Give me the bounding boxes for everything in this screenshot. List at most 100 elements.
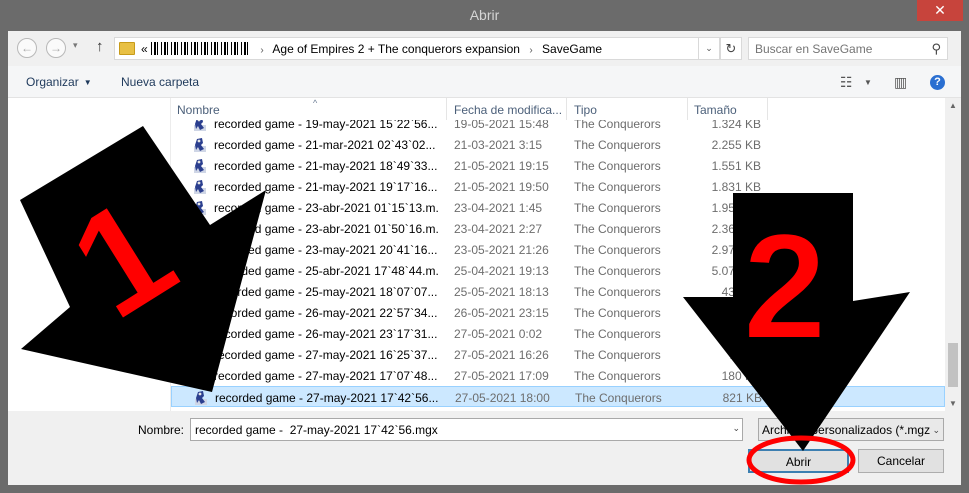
file-name: recorded game - 23-abr-2021 01`15`13.m..… xyxy=(214,201,438,215)
search-input[interactable] xyxy=(755,41,925,56)
navigation-bar: ← → ▾ ↑ « › Age of Empires 2 + The conqu… xyxy=(8,31,961,66)
file-list[interactable]: recorded game - 19-may-2021 15`22`56... 1… xyxy=(171,98,945,411)
file-row[interactable]: recorded game - 27-may-2021 16`25`37... 2… xyxy=(171,344,945,365)
column-name-label: Nombre xyxy=(177,103,220,117)
chevron-down-icon[interactable]: ⌄ xyxy=(732,423,740,434)
file-row[interactable]: recorded game - 23-may-2021 20`41`16... 2… xyxy=(171,239,945,260)
view-caret-icon[interactable]: ▼ xyxy=(864,78,872,87)
file-name: recorded game - 21-mar-2021 02`43`02... xyxy=(214,138,436,152)
view-options-icon[interactable]: ☷ xyxy=(840,74,853,91)
file-date: 21-05-2021 19:50 xyxy=(454,180,549,194)
file-name: recorded game - 23-may-2021 20`41`16... xyxy=(214,243,438,257)
dialog-window: Abrir ✕ ← → ▾ ↑ « › Age of Empires 2 + T… xyxy=(0,0,969,493)
file-row[interactable]: recorded game - 26-may-2021 23`17`31... 2… xyxy=(171,323,945,344)
column-type-label: Tipo xyxy=(574,103,597,117)
back-button[interactable]: ← xyxy=(17,38,37,58)
navigation-pane[interactable] xyxy=(8,98,171,411)
file-row[interactable]: recorded game - 21-mar-2021 02`43`02... 2… xyxy=(171,134,945,155)
file-size: 2.977 KB xyxy=(711,243,761,257)
file-type: The Conquerors xyxy=(574,264,661,278)
column-size-label: Tamaño xyxy=(694,103,737,117)
refresh-button[interactable]: ↻ xyxy=(720,37,742,60)
file-type: The Conquerors xyxy=(574,180,661,194)
file-date: 23-04-2021 1:45 xyxy=(454,201,543,215)
command-toolbar: Organizar ▼ Nueva carpeta ☷ ▼ ▥ ? xyxy=(8,66,961,98)
conquerors-file-icon xyxy=(194,285,206,299)
conquerors-file-icon xyxy=(194,180,206,194)
scroll-down-icon[interactable]: ▼ xyxy=(949,399,957,408)
breadcrumb-overflow[interactable]: « xyxy=(141,42,148,56)
new-folder-button[interactable]: Nueva carpeta xyxy=(121,75,199,89)
column-header-name[interactable]: ^ Nombre xyxy=(171,98,447,120)
column-header-date[interactable]: Fecha de modifica... xyxy=(448,98,567,120)
file-size: 2.255 KB xyxy=(711,138,761,152)
file-type: The Conquerors xyxy=(574,138,661,152)
breadcrumb-item-savegame[interactable]: SaveGame xyxy=(542,42,602,56)
conquerors-file-icon xyxy=(194,201,206,215)
file-size: 79 KB xyxy=(728,348,761,362)
open-button[interactable]: Abrir xyxy=(748,449,849,473)
folder-icon xyxy=(119,42,135,55)
file-size: 180 KB xyxy=(721,369,761,383)
file-size: 1.952 KB xyxy=(711,201,761,215)
address-dropdown-button[interactable]: ⌄ xyxy=(698,37,720,60)
file-type: The Conquerors xyxy=(574,369,661,383)
breadcrumb-item-aoe2[interactable]: Age of Empires 2 + The conquerors expans… xyxy=(272,42,520,56)
title-bar[interactable]: Abrir ✕ xyxy=(0,0,969,31)
column-header-size[interactable]: Tamaño xyxy=(688,98,768,120)
file-row[interactable]: recorded game - 26-may-2021 22`57`34... 2… xyxy=(171,302,945,323)
close-icon[interactable]: ✕ xyxy=(934,2,946,18)
refresh-icon: ↻ xyxy=(725,41,737,56)
forward-button[interactable]: → xyxy=(46,38,66,58)
file-size: 1.831 KB xyxy=(711,180,761,194)
search-icon[interactable]: ⚲ xyxy=(931,41,941,57)
scroll-up-icon[interactable]: ▲ xyxy=(949,101,957,110)
file-type: The Conquerors xyxy=(574,306,661,320)
cancel-button[interactable]: Cancelar xyxy=(858,449,944,473)
file-size: 5.075 KB xyxy=(711,264,761,278)
vertical-scrollbar[interactable]: ▲ ▼ xyxy=(945,98,961,411)
file-type-select[interactable]: Archivos personalizados (*.mgz ⌄ xyxy=(758,418,944,441)
file-type: The Conquerors xyxy=(574,243,661,257)
file-date: 21-03-2021 3:15 xyxy=(454,138,543,152)
file-type: The Conquerors xyxy=(574,159,661,173)
filename-combobox[interactable]: ⌄ xyxy=(190,418,743,441)
file-name: recorded game - 25-may-2021 18`07`07... xyxy=(214,285,438,299)
organize-menu[interactable]: Organizar ▼ xyxy=(26,75,92,89)
conquerors-file-icon xyxy=(194,306,206,320)
filename-input[interactable] xyxy=(195,423,715,437)
dialog-client: ← → ▾ ↑ « › Age of Empires 2 + The conqu… xyxy=(8,31,961,485)
file-row[interactable]: recorded game - 27-may-2021 17`07`48... 2… xyxy=(171,365,945,386)
file-type: The Conquerors xyxy=(574,285,661,299)
file-row[interactable]: recorded game - 23-abr-2021 01`15`13.m..… xyxy=(171,197,945,218)
file-name: recorded game - 27-may-2021 16`25`37... xyxy=(214,348,438,362)
conquerors-file-icon xyxy=(194,159,206,173)
file-size: 1.551 KB xyxy=(711,159,761,173)
column-header-type[interactable]: Tipo xyxy=(568,98,688,120)
file-row[interactable]: recorded game - 25-abr-2021 17`48`44.m..… xyxy=(171,260,945,281)
preview-pane-icon[interactable]: ▥ xyxy=(894,74,907,91)
conquerors-file-icon xyxy=(194,222,206,236)
file-rows: recorded game - 19-may-2021 15`22`56... 1… xyxy=(171,113,945,407)
file-type: The Conquerors xyxy=(575,391,662,405)
file-row[interactable]: recorded game - 21-may-2021 18`49`33... 2… xyxy=(171,155,945,176)
file-row[interactable]: recorded game - 25-may-2021 18`07`07... 2… xyxy=(171,281,945,302)
file-row[interactable]: recorded game - 21-may-2021 19`17`16... 2… xyxy=(171,176,945,197)
address-bar[interactable]: « › Age of Empires 2 + The conquerors ex… xyxy=(114,37,720,60)
file-row[interactable]: recorded game - 23-abr-2021 01`50`16.m..… xyxy=(171,218,945,239)
sort-ascending-icon: ^ xyxy=(313,98,318,108)
file-date: 27-05-2021 17:09 xyxy=(454,369,549,383)
scrollbar-thumb[interactable] xyxy=(948,343,958,387)
file-row[interactable]: recorded game - 27-may-2021 17`42`56....… xyxy=(171,386,945,407)
breadcrumb-separator-icon[interactable]: › xyxy=(260,45,263,56)
main-area: recorded game - 19-may-2021 15`22`56... 1… xyxy=(8,98,961,411)
file-date: 23-05-2021 21:26 xyxy=(454,243,549,257)
up-arrow-icon[interactable]: ↑ xyxy=(96,38,104,55)
close-button[interactable]: ✕ xyxy=(917,0,963,21)
search-box[interactable]: ⚲ xyxy=(748,37,948,60)
file-date: 23-04-2021 2:27 xyxy=(454,222,543,236)
help-icon[interactable]: ? xyxy=(930,75,945,90)
breadcrumb-separator-icon[interactable]: › xyxy=(529,45,532,56)
breadcrumb: « › Age of Empires 2 + The conquerors ex… xyxy=(141,42,602,56)
recent-locations-icon[interactable]: ▾ xyxy=(73,40,78,51)
